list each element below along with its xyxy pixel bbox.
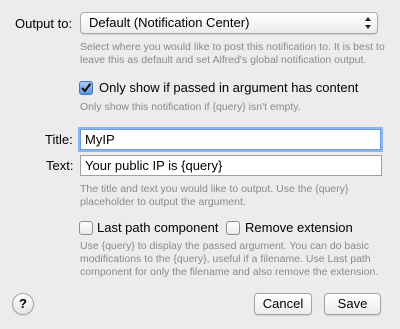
only-show-checkbox[interactable] xyxy=(79,81,93,95)
text-label: Text: xyxy=(46,158,74,173)
question-mark-icon: ? xyxy=(19,296,27,311)
only-show-help-text: Only show this notification if {query} i… xyxy=(80,101,301,113)
output-help-text: Select where you would like to post this… xyxy=(80,41,385,66)
save-button[interactable]: Save xyxy=(324,293,381,315)
cancel-button[interactable]: Cancel xyxy=(254,293,312,315)
output-select-value: Default (Notification Center) xyxy=(89,15,250,30)
only-show-label: Only show if passed in argument has cont… xyxy=(99,80,359,95)
text-help-text: The title and text you would like to out… xyxy=(80,183,349,208)
remove-extension-label: Remove extension xyxy=(245,220,353,235)
title-field[interactable]: MyIP xyxy=(80,129,381,150)
output-select[interactable]: Default (Notification Center) xyxy=(80,12,378,34)
title-label: Title: xyxy=(45,132,73,147)
up-down-arrows-icon xyxy=(365,17,371,29)
checkmark-icon xyxy=(81,82,92,93)
output-to-label: Output to: xyxy=(15,16,73,31)
last-path-component-checkbox[interactable] xyxy=(79,221,93,235)
options-help-text: Use {query} to display the passed argume… xyxy=(80,240,379,278)
help-button[interactable]: ? xyxy=(12,293,34,315)
last-path-component-label: Last path component xyxy=(97,220,219,235)
text-field[interactable]: Your public IP is {query} xyxy=(80,155,382,176)
remove-extension-checkbox[interactable] xyxy=(226,221,240,235)
